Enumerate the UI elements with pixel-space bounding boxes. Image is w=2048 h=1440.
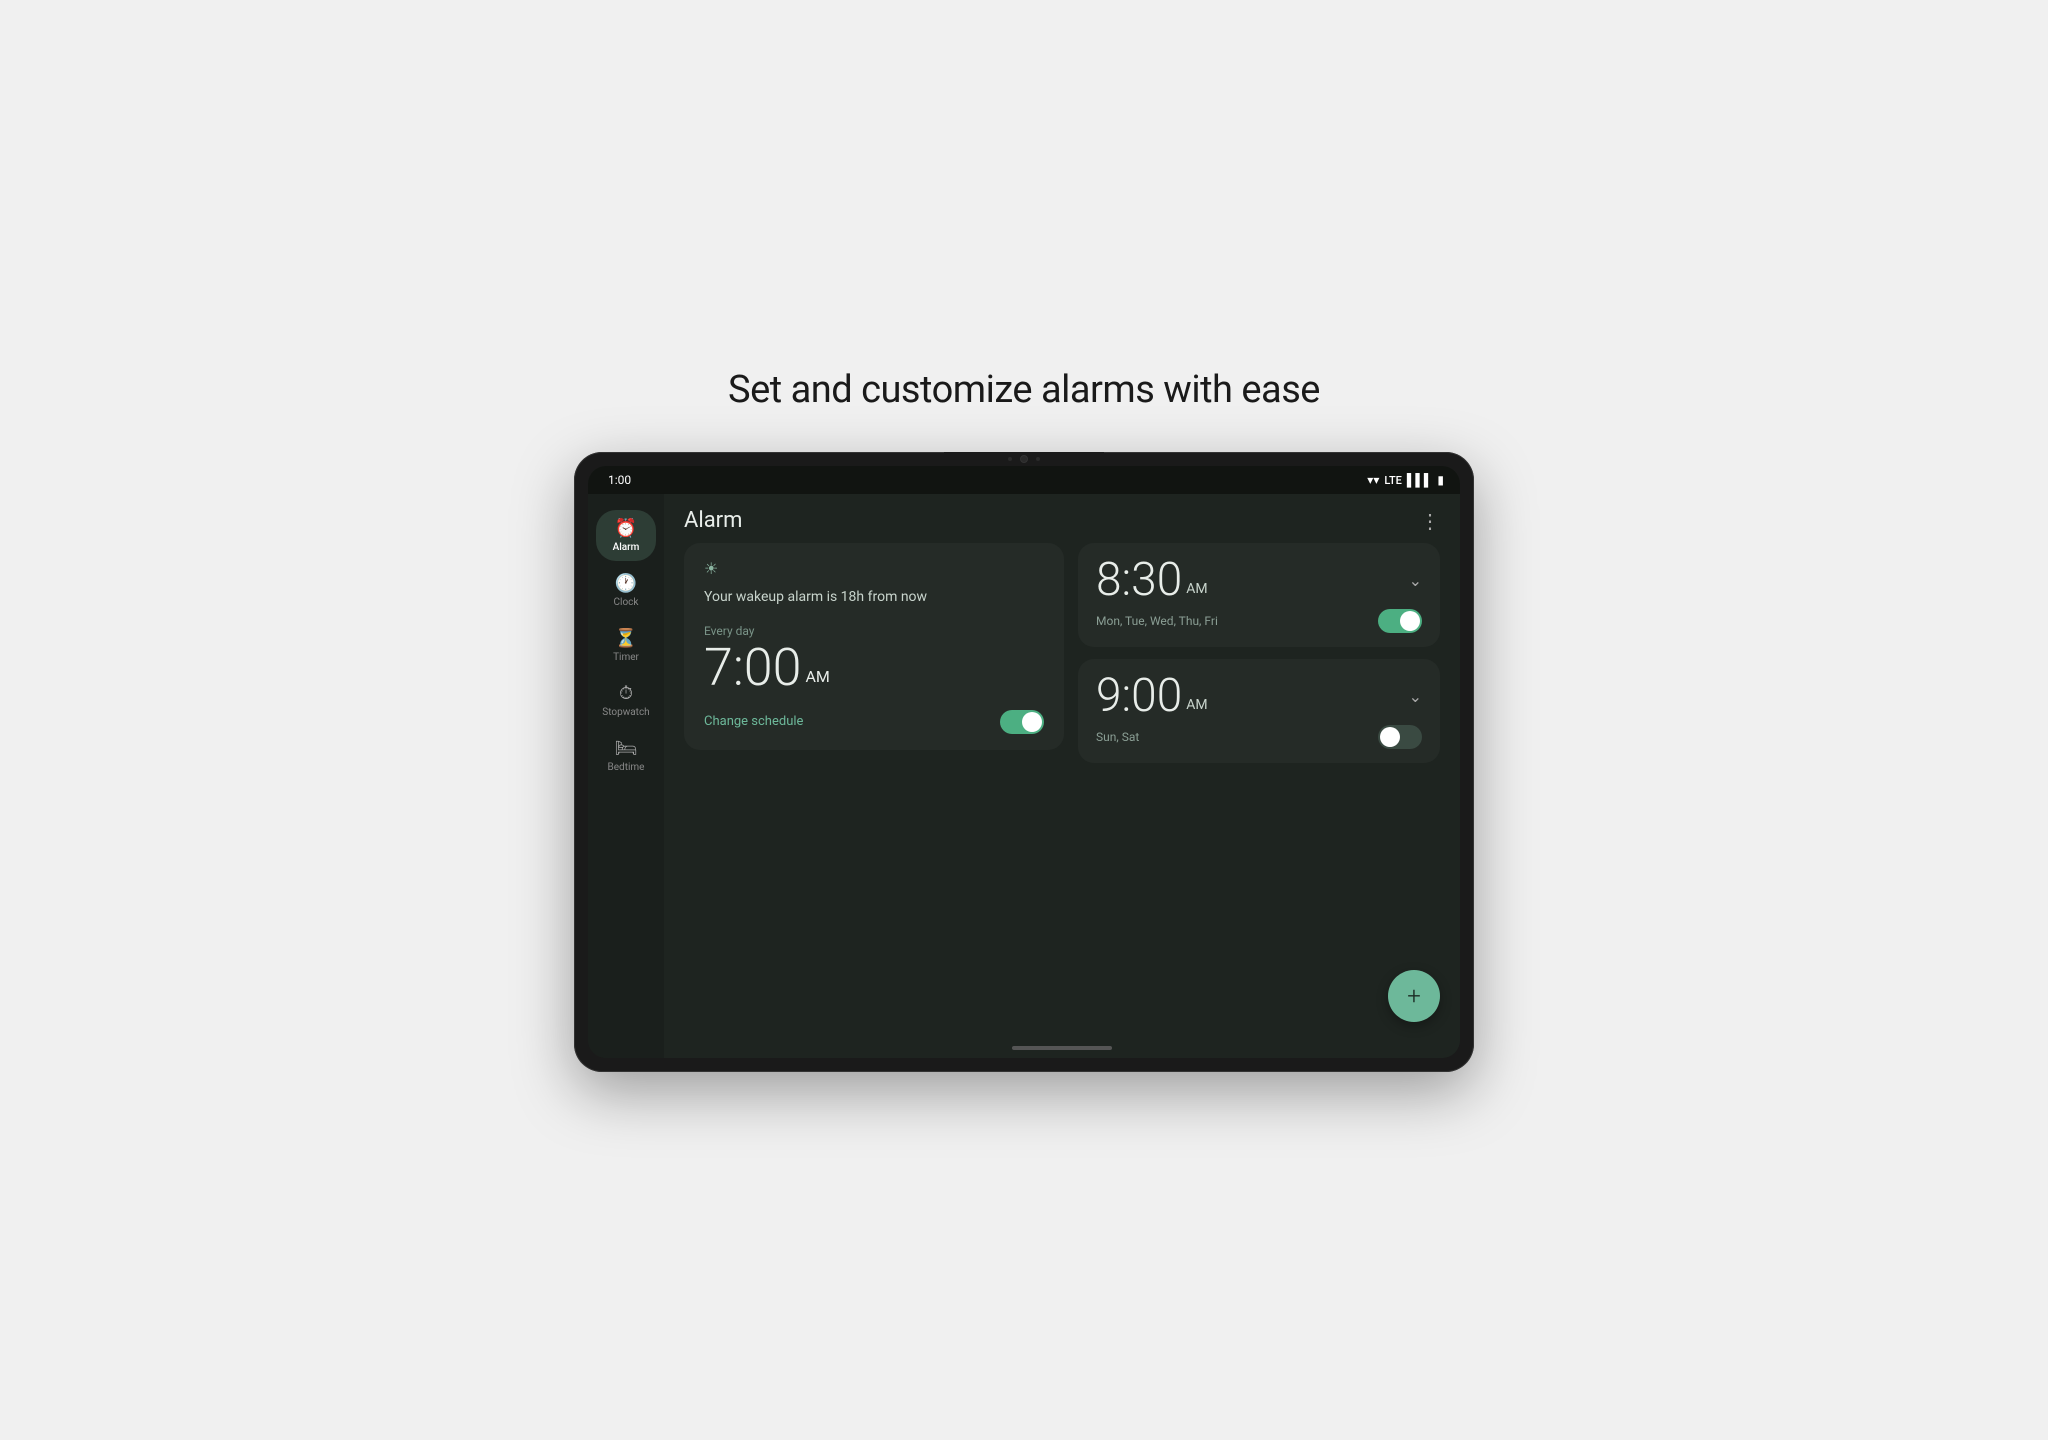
main-content: Alarm ⋮ ☀ Your wakeup alarm is 18h from … <box>664 494 1460 1058</box>
alarm-2-toggle[interactable] <box>1378 725 1422 749</box>
sidebar: ⏰ Alarm 🕐 Clock ⏳ Timer ⏱ Stopwatch 🛏 <box>588 494 664 1058</box>
stopwatch-nav-icon: ⏱ <box>619 683 633 704</box>
alarm-2-hour: 9:00 <box>1096 673 1182 719</box>
wifi-icon: ▾▾ <box>1367 473 1379 487</box>
wakeup-time-hour: 7:00 <box>704 642 801 694</box>
tablet-shell: 1:00 ▾▾ LTE ▌▌▌ ▮ ⏰ Alarm 🕐 Clock <box>574 452 1474 1072</box>
fab-plus-icon: + <box>1407 984 1421 1008</box>
lte-label: LTE <box>1384 474 1402 487</box>
stopwatch-nav-label: Stopwatch <box>602 707 649 718</box>
content-area: ☀ Your wakeup alarm is 18h from now Ever… <box>664 543 1460 970</box>
alarm-1-suffix: AM <box>1186 581 1207 597</box>
alarm-2-header: 9:00 AM ⌄ <box>1096 673 1422 719</box>
wakeup-card: ☀ Your wakeup alarm is 18h from now Ever… <box>684 543 1064 750</box>
alarm-1-expand-icon[interactable]: ⌄ <box>1409 571 1422 590</box>
battery-icon: ▮ <box>1437 473 1444 487</box>
camera-dot <box>1008 457 1012 461</box>
clock-nav-icon: 🕐 <box>615 573 637 594</box>
wakeup-toggle[interactable] <box>1000 710 1044 734</box>
alarm-2-time-row: 9:00 AM <box>1096 673 1208 719</box>
page-headline: Set and customize alarms with ease <box>728 368 1320 412</box>
alarm-2-days: Sun, Sat <box>1096 730 1139 744</box>
clock-nav-label: Clock <box>614 597 639 608</box>
alarm-card-1: 8:30 AM ⌄ Mon, Tue, Wed, Thu, Fri <box>1078 543 1440 647</box>
alarm-1-footer: Mon, Tue, Wed, Thu, Fri <box>1096 609 1422 633</box>
alarm-nav-label: Alarm <box>613 542 640 553</box>
add-alarm-fab[interactable]: + <box>1388 970 1440 1022</box>
alarm-1-hour: 8:30 <box>1096 557 1182 603</box>
status-time: 1:00 <box>608 473 631 487</box>
alarm-1-toggle[interactable] <box>1378 609 1422 633</box>
sidebar-item-bedtime[interactable]: 🛏 Bedtime <box>596 730 656 781</box>
status-icons: ▾▾ LTE ▌▌▌ ▮ <box>1367 473 1444 487</box>
bedtime-nav-icon: 🛏 <box>615 738 638 759</box>
alarm-2-expand-icon[interactable]: ⌄ <box>1409 687 1422 706</box>
status-bar: 1:00 ▾▾ LTE ▌▌▌ ▮ <box>588 466 1460 494</box>
camera-dot-2 <box>1036 457 1040 461</box>
timer-nav-label: Timer <box>613 652 639 663</box>
app-layout: ⏰ Alarm 🕐 Clock ⏳ Timer ⏱ Stopwatch 🛏 <box>588 494 1460 1058</box>
alarm-1-time-row: 8:30 AM <box>1096 557 1208 603</box>
alarm-2-footer: Sun, Sat <box>1096 725 1422 749</box>
wakeup-schedule-label: Every day <box>704 624 1044 638</box>
fab-area: + <box>664 970 1460 1038</box>
wakeup-message: Your wakeup alarm is 18h from now <box>704 588 1044 608</box>
wakeup-time-row: 7:00 AM <box>704 642 1044 694</box>
tablet-camera-bar <box>944 452 1104 466</box>
sidebar-item-stopwatch[interactable]: ⏱ Stopwatch <box>596 675 656 726</box>
camera-lens <box>1020 455 1028 463</box>
wakeup-time-suffix: AM <box>805 667 829 686</box>
alarm-nav-icon: ⏰ <box>615 518 637 539</box>
right-panel: 8:30 AM ⌄ Mon, Tue, Wed, Thu, Fri <box>1078 543 1440 950</box>
app-header: Alarm ⋮ <box>664 494 1460 543</box>
bedtime-nav-label: Bedtime <box>608 762 645 773</box>
tablet-screen: 1:00 ▾▾ LTE ▌▌▌ ▮ ⏰ Alarm 🕐 Clock <box>588 466 1460 1058</box>
alarm-card-2: 9:00 AM ⌄ Sun, Sat <box>1078 659 1440 763</box>
signal-icon: ▌▌▌ <box>1407 473 1433 487</box>
alarm-1-header: 8:30 AM ⌄ <box>1096 557 1422 603</box>
change-schedule-button[interactable]: Change schedule <box>704 714 803 729</box>
sidebar-item-timer[interactable]: ⏳ Timer <box>596 620 656 671</box>
sidebar-item-alarm[interactable]: ⏰ Alarm <box>596 510 656 561</box>
wakeup-change-row: Change schedule <box>704 710 1044 734</box>
home-indicator <box>1012 1046 1112 1050</box>
home-indicator-bar <box>664 1038 1460 1058</box>
sun-icon: ☀ <box>704 559 1044 578</box>
sidebar-item-clock[interactable]: 🕐 Clock <box>596 565 656 616</box>
app-title: Alarm <box>684 508 742 533</box>
alarm-2-suffix: AM <box>1186 697 1207 713</box>
alarm-1-days: Mon, Tue, Wed, Thu, Fri <box>1096 614 1218 628</box>
more-menu-button[interactable]: ⋮ <box>1420 509 1440 533</box>
timer-nav-icon: ⏳ <box>615 628 637 649</box>
left-panel: ☀ Your wakeup alarm is 18h from now Ever… <box>684 543 1064 950</box>
